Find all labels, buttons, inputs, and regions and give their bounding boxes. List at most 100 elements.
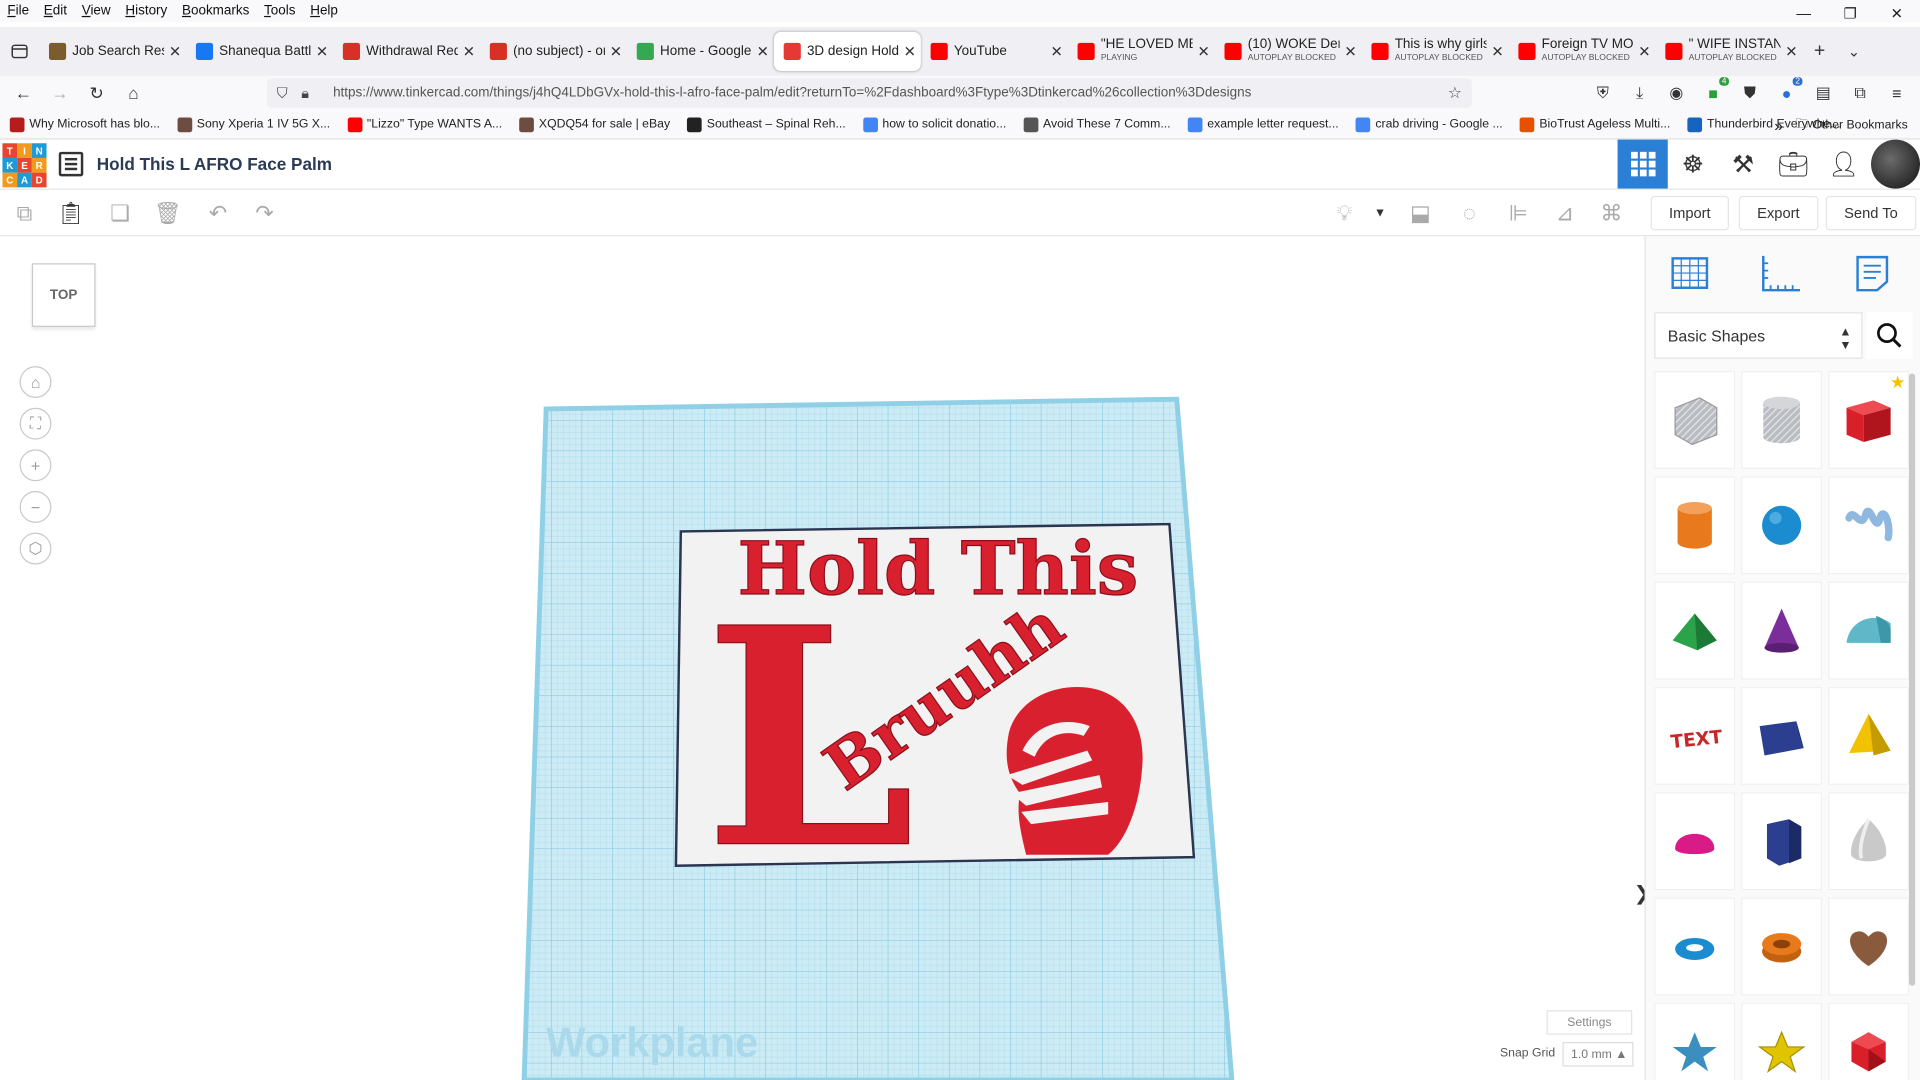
reload-icon[interactable]: ↻ (78, 76, 115, 110)
bookmark-item[interactable]: crab driving - Google ... (1355, 116, 1503, 132)
tab-close-icon[interactable]: ✕ (610, 43, 622, 60)
ungroup-icon[interactable]: ◌ (1456, 200, 1483, 227)
shape-cylinder[interactable] (1654, 476, 1736, 575)
tab-close-icon[interactable]: ✕ (757, 43, 769, 60)
shape-half-sphere[interactable] (1654, 792, 1736, 891)
shape-star-gold[interactable] (1741, 1002, 1823, 1080)
menu-edit[interactable]: Edit (36, 4, 74, 19)
light-bulb-icon[interactable]: 💡︎ (1331, 200, 1358, 227)
shape-icosahedron[interactable] (1828, 1002, 1909, 1080)
forward-icon[interactable]: → (42, 76, 79, 110)
perspective-icon[interactable]: ⬡ (19, 532, 52, 565)
shape-polygon[interactable] (1741, 792, 1823, 891)
redo-icon[interactable]: ↷ (251, 200, 278, 227)
bookmark-item[interactable]: XQDQ54 for sale | eBay (519, 116, 670, 132)
tinkercad-logo[interactable]: TINKERCAD (2, 143, 47, 188)
codeblocks-icon[interactable]: ☸ (1668, 140, 1718, 189)
menu-bookmarks[interactable]: Bookmarks (175, 4, 257, 19)
browser-tab[interactable]: (10) WOKE DemoAUTOPLAY BLOCKED ✕ (1215, 32, 1362, 71)
account-icon[interactable]: ◉ (1663, 80, 1690, 107)
extension-green-icon[interactable]: ■ 4 (1700, 77, 1729, 107)
shield-icon[interactable]: ⛉ (277, 84, 301, 102)
face-palm-shape[interactable] (1006, 686, 1143, 855)
browser-tab[interactable]: Foreign TV MOCKAUTOPLAY BLOCKED ✕ (1509, 32, 1656, 71)
shape-cone[interactable] (1741, 581, 1823, 680)
tab-close-icon[interactable]: ✕ (1051, 43, 1063, 60)
send-to-button[interactable]: Send To (1825, 195, 1917, 231)
tab-close-icon[interactable]: ✕ (1638, 43, 1650, 60)
bookmark-item[interactable]: BioTrust Ageless Multi... (1519, 116, 1670, 132)
tab-close-icon[interactable]: ✕ (904, 43, 916, 60)
bookmark-item[interactable]: example letter request... (1187, 116, 1339, 132)
chevron-down-icon[interactable]: ▼ (1367, 200, 1394, 227)
menu-history[interactable]: History (118, 4, 175, 19)
other-bookmarks[interactable]: Other Bookmarks (1812, 118, 1907, 131)
avatar[interactable] (1871, 139, 1920, 189)
back-icon[interactable]: ← (5, 76, 42, 110)
bookmark-star-icon[interactable]: ☆ (1448, 83, 1462, 103)
shape-torus[interactable] (1654, 897, 1736, 996)
mirror-icon[interactable]: ⊿ (1551, 200, 1578, 227)
extensions-puzzle-icon[interactable]: ⧉ (1847, 80, 1874, 107)
bookmark-item[interactable]: Avoid These 7 Comm... (1023, 116, 1171, 132)
align-icon[interactable]: ⊫ (1505, 200, 1532, 227)
workplane[interactable]: Hold This L Bruuhh Workplane (0, 236, 1645, 1080)
browser-tab[interactable]: Job Search Results ✕ (39, 32, 186, 71)
tab-close-icon[interactable]: ✕ (1344, 43, 1356, 60)
shape-heart[interactable] (1828, 897, 1909, 996)
add-user-icon[interactable]: 👤︎ (1818, 140, 1868, 189)
tab-close-icon[interactable]: ✕ (463, 43, 475, 60)
browser-tab[interactable]: " WIFE INSTANTLAUTOPLAY BLOCKED ✕ (1656, 32, 1803, 71)
3d-view-grid-icon[interactable] (1617, 139, 1668, 189)
zoom-out-icon[interactable]: − (19, 491, 52, 523)
menu-file[interactable]: File (0, 4, 36, 19)
copy-icon[interactable]: ⧉ (11, 200, 38, 227)
undo-icon[interactable]: ↶ (204, 200, 231, 227)
close-window-icon[interactable]: ✕ (1873, 0, 1920, 27)
reader-icon[interactable]: ▤ (1810, 80, 1837, 107)
bricks-icon[interactable]: ⚒ (1718, 140, 1768, 189)
workplane-grid-icon[interactable] (1665, 249, 1714, 298)
bookmark-item[interactable]: how to solicit donatio... (862, 116, 1006, 132)
shape-cylinder-hole[interactable] (1741, 371, 1823, 469)
ublock-icon[interactable]: ⛊ (1736, 80, 1763, 107)
browser-tab[interactable]: "HE LOVED ME APLAYING ✕ (1068, 32, 1215, 71)
tab-close-icon[interactable]: ✕ (1785, 43, 1797, 60)
group-icon[interactable]: ⬓ (1407, 200, 1434, 227)
shape-wedge[interactable] (1741, 686, 1823, 785)
bookmark-item[interactable]: Why Microsoft has blo... (9, 116, 160, 132)
shape-sphere[interactable] (1741, 476, 1823, 575)
fit-all-icon[interactable]: ⛶ (19, 407, 52, 440)
bookmark-item[interactable]: Sony Xperia 1 IV 5G X... (177, 116, 330, 132)
projects-briefcase-icon[interactable]: 💼︎ (1768, 140, 1818, 189)
shape-scribble[interactable] (1828, 476, 1909, 575)
shape-library-select[interactable]: Basic Shapes ▲ ▼ (1654, 312, 1863, 359)
tab-close-icon[interactable]: ✕ (316, 43, 328, 60)
cruise-icon[interactable]: ⌘ (1598, 200, 1625, 227)
home-view-icon[interactable]: ⌂ (19, 366, 52, 398)
downloads-icon[interactable]: ⤓ (1626, 80, 1653, 107)
tab-close-icon[interactable]: ✕ (1491, 43, 1503, 60)
search-icon[interactable] (1866, 312, 1913, 359)
tab-close-icon[interactable]: ✕ (1197, 43, 1209, 60)
view-cube[interactable]: TOP (31, 263, 96, 327)
url-text[interactable]: https://www.tinkercad.com/things/j4hQ4LD… (333, 86, 1251, 101)
bookmark-item[interactable]: Southeast – Spinal Reh... (687, 116, 846, 132)
duplicate-icon[interactable]: ❏ (107, 200, 134, 227)
browser-tab[interactable]: This is why girls SAUTOPLAY BLOCKED ✕ (1362, 32, 1509, 71)
workplane-canvas[interactable]: Hold This L Bruuhh Workplane TOP ⌂ ⛶ + −… (0, 236, 1645, 1080)
shape-pyramid[interactable] (1828, 686, 1909, 785)
settings-button[interactable]: Settings (1546, 1010, 1633, 1035)
menu-help[interactable]: Help (303, 4, 345, 19)
tab-overflow-chevron-icon[interactable]: ⌄ (1837, 32, 1871, 71)
tab-close-icon[interactable]: ✕ (169, 43, 181, 60)
bookmark-item[interactable]: "Lizzo" Type WANTS A... (347, 116, 502, 132)
url-bar[interactable]: ⛉ 🔒︎ https://www.tinkercad.com/things/j4… (266, 78, 1472, 108)
browser-tab[interactable]: YouTube ✕ (921, 32, 1068, 71)
ruler-icon[interactable] (1756, 249, 1805, 298)
collapse-panel-chevron-icon[interactable]: ❯ (1632, 875, 1645, 913)
zoom-in-icon[interactable]: + (19, 449, 52, 482)
extension-blue-icon[interactable]: ● 2 (1773, 77, 1803, 107)
browser-tab[interactable]: Shanequa Battle | ✕ (186, 32, 333, 71)
panel-scrollbar[interactable] (1908, 373, 1916, 986)
